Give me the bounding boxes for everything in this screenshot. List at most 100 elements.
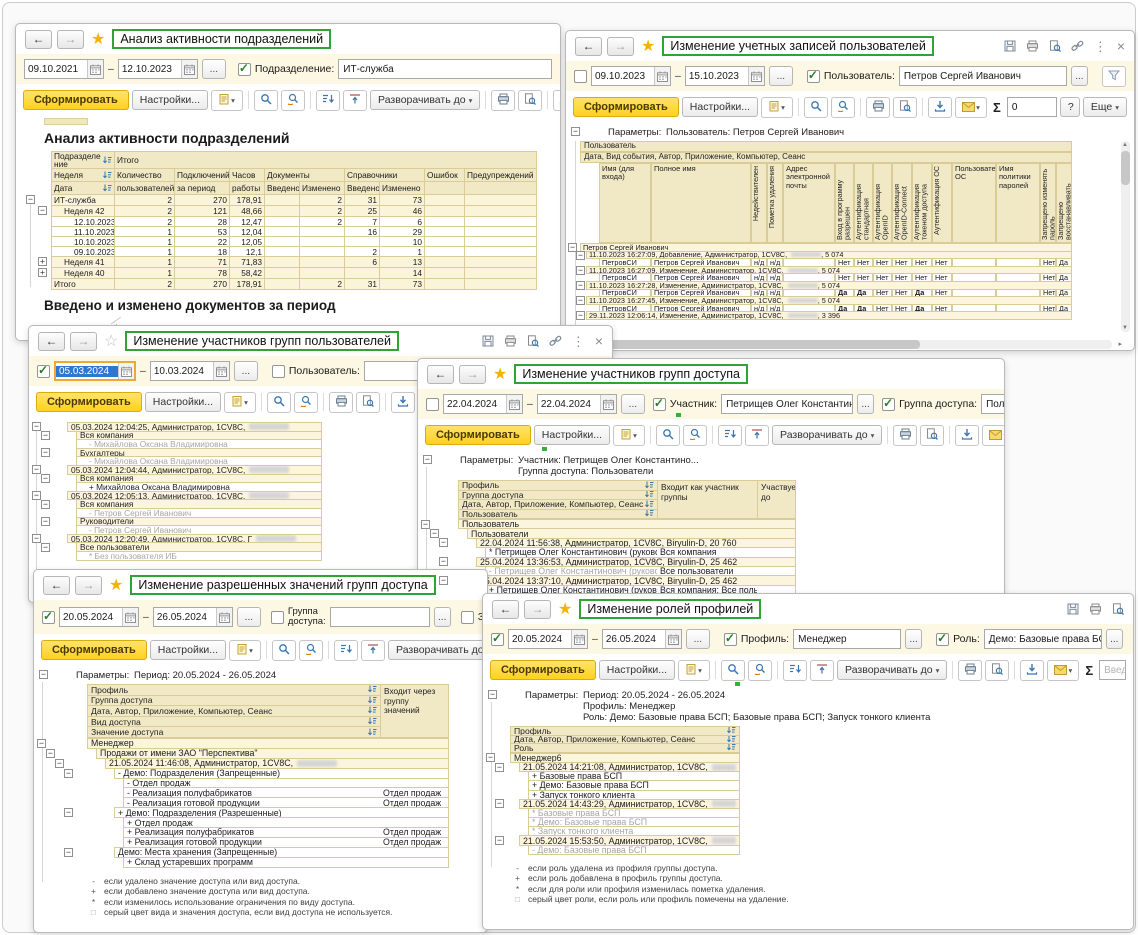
help-button[interactable]: ? — [1059, 97, 1080, 117]
cell[interactable]: Количество — [115, 169, 175, 182]
cell[interactable] — [465, 182, 537, 195]
favorite-star-icon[interactable]: ★ — [91, 29, 105, 49]
cell[interactable]: 1 — [115, 227, 175, 237]
save-file-button[interactable] — [391, 391, 416, 413]
preview-button[interactable] — [356, 391, 381, 413]
cell[interactable] — [300, 257, 345, 268]
cell[interactable]: ИТ-служба — [52, 195, 115, 206]
print-button[interactable] — [491, 89, 516, 111]
report-variants-button[interactable]: ▾ — [224, 391, 257, 413]
date-from-value[interactable]: 05.03.2024 — [56, 365, 118, 377]
date-from-input[interactable]: 09.10.2021 — [24, 59, 104, 79]
group-header[interactable]: Дата, Вид события, Автор, Приложение, Ко… — [580, 152, 1072, 163]
expand-groups-button[interactable] — [361, 639, 386, 661]
column-header[interactable]: Аутентификация ОС — [932, 163, 952, 243]
collapse-groups-button[interactable] — [783, 659, 808, 681]
settings-button[interactable]: Настройки... — [598, 660, 676, 680]
cell[interactable] — [425, 206, 465, 217]
cell[interactable] — [425, 257, 465, 268]
expander-minus-icon[interactable]: − — [576, 311, 585, 321]
save-icon[interactable] — [1004, 40, 1016, 52]
preview-button[interactable] — [893, 96, 918, 118]
column-header[interactable]: Значение доступа — [87, 726, 381, 738]
expander-minus-icon[interactable]: − — [64, 808, 73, 818]
cell[interactable] — [265, 257, 300, 268]
sum-value-input[interactable]: 0 — [1006, 97, 1057, 117]
calendar-icon[interactable] — [664, 630, 681, 648]
cell[interactable]: 11.10.2023 — [52, 227, 115, 237]
period-options-button[interactable]: ... — [620, 394, 645, 414]
cell[interactable] — [465, 227, 537, 237]
close-icon[interactable]: × — [595, 334, 603, 348]
send-mail-button[interactable]: ▾ — [955, 96, 988, 118]
profile-select-button[interactable]: ... — [905, 629, 923, 649]
cell[interactable] — [425, 227, 465, 237]
cell[interactable]: 1 — [115, 247, 175, 257]
cell[interactable]: Документы — [265, 169, 345, 182]
expander-minus-icon[interactable]: − — [576, 281, 585, 290]
date-to-value[interactable]: 12.10.2023 — [119, 64, 181, 75]
scroll-right-icon[interactable]: ▸ — [1118, 340, 1122, 348]
cell[interactable] — [425, 247, 465, 257]
calendar-icon[interactable] — [87, 60, 103, 78]
column-header[interactable]: Пометка удаления — [767, 163, 783, 243]
collapse-groups-button[interactable] — [316, 89, 341, 111]
column-header[interactable]: Имя (для входа) — [599, 163, 651, 243]
column-header[interactable]: Аутентификация OpenID-Connect — [892, 163, 912, 243]
cell[interactable]: 2 — [300, 195, 345, 206]
more-icon[interactable]: ⋮ — [572, 335, 585, 348]
cell[interactable] — [465, 257, 537, 268]
expand-groups-button[interactable] — [810, 659, 835, 681]
scroll-up-icon[interactable]: ▲ — [1122, 142, 1128, 148]
cell[interactable]: 2 — [300, 279, 345, 290]
date-to-value[interactable]: 10.03.2024 — [151, 366, 213, 377]
period-checkbox[interactable] — [574, 69, 587, 83]
period-options-button[interactable]: ... — [236, 607, 261, 627]
calendar-icon[interactable] — [118, 363, 134, 379]
expander-minus-icon[interactable]: − — [495, 836, 504, 846]
save-icon[interactable] — [1067, 603, 1079, 615]
cell[interactable]: + Склад устаревших программ — [123, 856, 381, 868]
cell[interactable]: Дата — [52, 182, 115, 195]
role-field[interactable]: Демо: Базовые права БСП — [983, 629, 1102, 649]
cell[interactable]: 270 — [175, 195, 230, 206]
preview-button[interactable] — [920, 424, 945, 446]
settings-button[interactable]: Настройки... — [681, 97, 759, 117]
report-variants-button[interactable]: ▾ — [211, 89, 244, 111]
expander-minus-icon[interactable]: − — [576, 296, 585, 306]
sum-icon[interactable]: Σ — [1085, 663, 1093, 678]
expander-minus-icon[interactable]: − — [495, 762, 504, 772]
forward-button[interactable]: → — [459, 364, 486, 384]
search-button[interactable] — [804, 96, 829, 118]
cell[interactable]: 178,91 — [230, 195, 265, 206]
column-header[interactable]: Полное имя — [651, 163, 751, 243]
expander-plus-icon[interactable]: + — [38, 257, 47, 266]
cell[interactable]: 73 — [380, 279, 425, 290]
cell[interactable] — [265, 279, 300, 290]
search-button[interactable] — [254, 89, 279, 111]
forward-button[interactable]: → — [524, 599, 551, 619]
cell[interactable]: 2 — [300, 217, 345, 227]
cell[interactable] — [265, 247, 300, 257]
cell[interactable]: 53 — [175, 227, 230, 237]
column-header[interactable]: Аутентификация стандартная — [854, 163, 873, 243]
column-header[interactable]: Адрес электронной почты — [783, 163, 835, 243]
profile-checkbox[interactable] — [723, 631, 737, 646]
cell[interactable]: Ошибок — [425, 169, 465, 182]
more-icon[interactable]: ⋮ — [1094, 40, 1107, 53]
search-next-button[interactable] — [748, 659, 773, 681]
favorite-star-icon[interactable]: ★ — [109, 575, 123, 595]
horizontal-scrollbar[interactable] — [576, 340, 1112, 349]
expander-minus-icon[interactable]: − — [26, 195, 35, 204]
link-icon[interactable] — [1071, 40, 1084, 52]
cell[interactable]: Неделя 42 — [52, 206, 115, 217]
link-icon[interactable] — [549, 335, 562, 347]
forward-button[interactable]: → — [607, 36, 634, 56]
back-button[interactable]: ← — [427, 364, 454, 384]
date-to-input[interactable]: 15.10.2023 — [684, 66, 765, 86]
access-group-checkbox[interactable] — [270, 610, 284, 624]
expand-to-button[interactable]: Разворачивать до▾ — [370, 90, 481, 110]
cell[interactable]: 178,91 — [230, 279, 265, 290]
date-from-value[interactable]: 09.10.2023 — [592, 71, 654, 82]
cell[interactable]: 29 — [380, 227, 425, 237]
